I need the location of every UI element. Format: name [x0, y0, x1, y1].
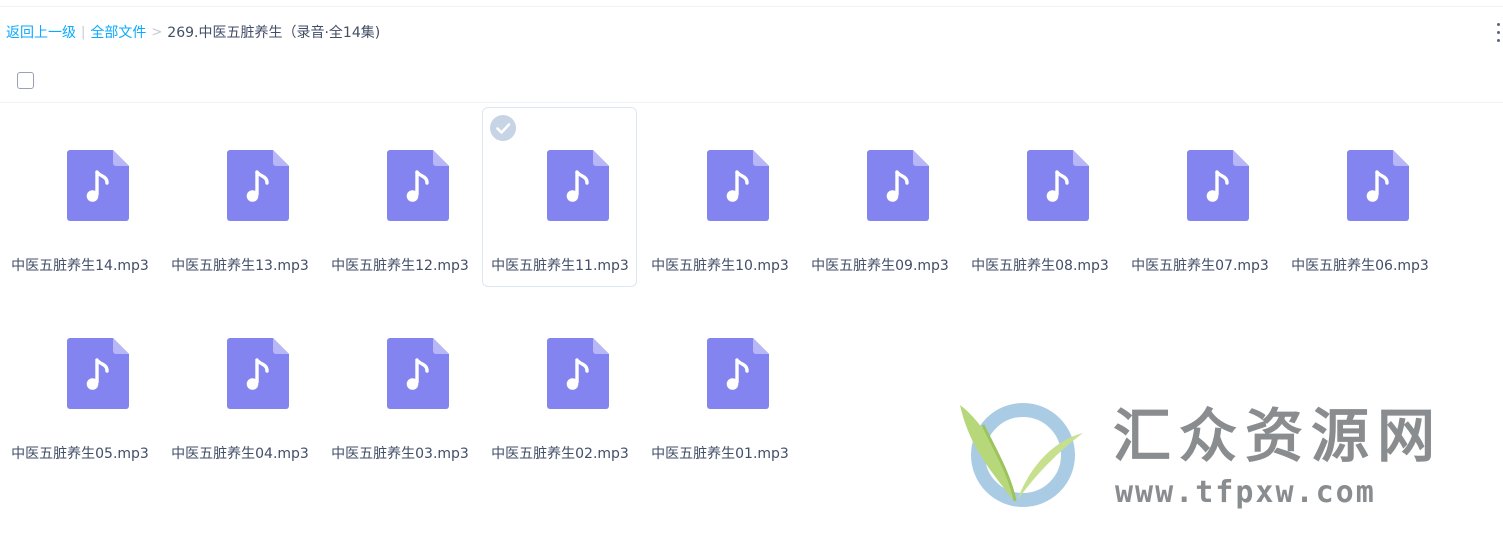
audio-file-icon: [1347, 150, 1409, 221]
file-name: 中医五脏养生01.mp3: [651, 446, 789, 462]
audio-file-icon: [387, 338, 449, 409]
breadcrumb: 返回上一级 | 全部文件 > 269.中医五脏养生（录音·全14集): [6, 22, 380, 42]
audio-file-icon: [387, 150, 449, 221]
all-files-link[interactable]: 全部文件: [90, 22, 146, 42]
check-circle-icon[interactable]: [490, 115, 516, 141]
file-name: 中医五脏养生07.mp3: [1131, 258, 1269, 274]
file-tile[interactable]: 中医五脏养生01.mp3: [642, 295, 797, 475]
header-divider: [0, 102, 1503, 103]
file-tile[interactable]: 中医五脏养生06.mp3: [1282, 107, 1437, 287]
audio-file-icon: [547, 338, 609, 409]
file-tile[interactable]: 中医五脏养生05.mp3: [2, 295, 157, 475]
watermark-logo: [960, 403, 1083, 507]
file-tile[interactable]: 中医五脏养生13.mp3: [162, 107, 317, 287]
file-name: 中医五脏养生02.mp3: [491, 446, 629, 462]
file-name: 中医五脏养生10.mp3: [651, 258, 789, 274]
file-name: 中医五脏养生12.mp3: [331, 258, 469, 274]
top-divider: [0, 6, 1503, 7]
select-all-checkbox[interactable]: [17, 72, 34, 89]
file-tile[interactable]: 中医五脏养生03.mp3: [322, 295, 477, 475]
file-tile[interactable]: 中医五脏养生07.mp3: [1122, 107, 1277, 287]
file-name: 中医五脏养生09.mp3: [811, 258, 949, 274]
file-name: 中医五脏养生08.mp3: [971, 258, 1109, 274]
file-name: 中医五脏养生11.mp3: [491, 258, 629, 274]
breadcrumb-bar-separator: |: [81, 24, 86, 40]
file-tile[interactable]: 中医五脏养生12.mp3: [322, 107, 477, 287]
more-vertical-icon[interactable]: [1494, 20, 1503, 44]
file-tile[interactable]: 中医五脏养生10.mp3: [642, 107, 797, 287]
audio-file-icon: [707, 150, 769, 221]
file-name: 中医五脏养生14.mp3: [11, 258, 149, 274]
watermark-url: www.tfpxw.com: [1115, 475, 1376, 510]
file-tile[interactable]: 中医五脏养生14.mp3: [2, 107, 157, 287]
current-folder-title: 269.中医五脏养生（录音·全14集): [167, 25, 381, 41]
audio-file-icon: [1187, 150, 1249, 221]
file-tile[interactable]: 中医五脏养生09.mp3: [802, 107, 957, 287]
back-link[interactable]: 返回上一级: [6, 22, 76, 42]
file-tile[interactable]: 中医五脏养生08.mp3: [962, 107, 1117, 287]
audio-file-icon: [1027, 150, 1089, 221]
audio-file-icon: [227, 338, 289, 409]
file-name: 中医五脏养生03.mp3: [331, 446, 469, 462]
audio-file-icon: [67, 150, 129, 221]
file-browser: 返回上一级 | 全部文件 > 269.中医五脏养生（录音·全14集) 中医五脏养…: [0, 0, 1503, 558]
file-tile[interactable]: 中医五脏养生11.mp3: [482, 107, 637, 287]
file-name: 中医五脏养生06.mp3: [1291, 258, 1429, 274]
watermark: 汇众资源网 www.tfpxw.com: [955, 395, 1475, 520]
file-name: 中医五脏养生13.mp3: [171, 258, 309, 274]
audio-file-icon: [67, 338, 129, 409]
audio-file-icon: [707, 338, 769, 409]
audio-file-icon: [867, 150, 929, 221]
chevron-right-icon: >: [151, 24, 163, 40]
watermark-title: 汇众资源网: [1113, 402, 1444, 470]
audio-file-icon: [547, 150, 609, 221]
file-tile[interactable]: 中医五脏养生02.mp3: [482, 295, 637, 475]
file-name: 中医五脏养生04.mp3: [171, 446, 309, 462]
file-tile[interactable]: 中医五脏养生04.mp3: [162, 295, 317, 475]
audio-file-icon: [227, 150, 289, 221]
file-name: 中医五脏养生05.mp3: [11, 446, 149, 462]
